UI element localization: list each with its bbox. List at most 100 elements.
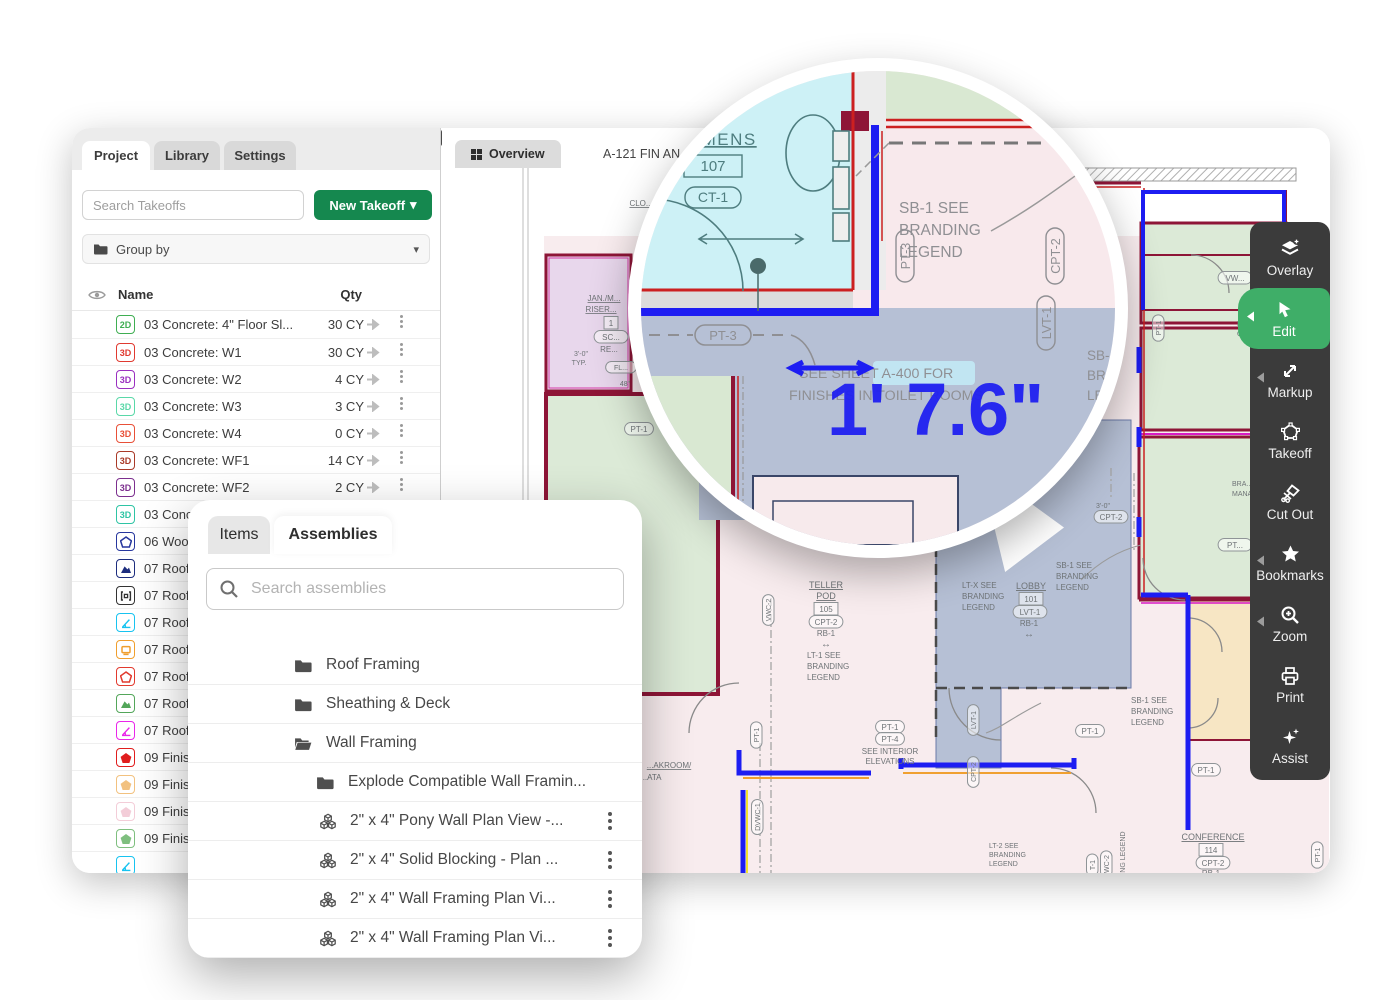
plan-label: LEGEND — [1056, 583, 1089, 592]
more-menu-icon[interactable] — [608, 819, 612, 823]
plan-label: RB-1 — [1202, 869, 1221, 873]
arrow-icon[interactable] — [366, 455, 381, 466]
svg-text:101: 101 — [1024, 595, 1038, 604]
visibility-eye-icon[interactable] — [88, 289, 106, 301]
more-menu-icon[interactable] — [400, 483, 403, 486]
angle-icon — [116, 856, 135, 873]
svg-text:CPT-2: CPT-2 — [971, 762, 978, 782]
tab-project[interactable]: Project — [82, 141, 150, 170]
arrow-icon[interactable] — [366, 428, 381, 439]
arrow-icon[interactable] — [366, 347, 381, 358]
plan-label: PT-1 — [1076, 725, 1105, 738]
arrow-icon[interactable] — [366, 319, 381, 330]
toolbar-bookmarks-button[interactable]: Bookmarks — [1250, 532, 1330, 593]
more-menu-icon[interactable] — [608, 936, 612, 940]
search-icon — [219, 579, 239, 599]
plan-label: PT-1 — [625, 423, 654, 436]
table-row[interactable]: 2D03 Concrete: 4" Floor Sl...30 CY — [72, 311, 440, 338]
collapse-arrow-icon[interactable] — [1257, 372, 1264, 382]
caret-down-icon: ▾ — [410, 197, 417, 213]
plan-label: DVWC-1 — [752, 799, 764, 834]
arrow-icon[interactable] — [366, 401, 381, 412]
svg-text:CPT-2: CPT-2 — [815, 618, 838, 627]
toolbar-print-button[interactable]: Print — [1250, 654, 1330, 715]
tab-library[interactable]: Library — [154, 141, 220, 170]
assembly-folder-row[interactable]: Explode Compatible Wall Framin... — [188, 763, 642, 802]
search-takeoffs-input[interactable] — [82, 190, 304, 220]
svg-text:CPT-2: CPT-2 — [1049, 238, 1063, 273]
toolbar-overlay-button[interactable]: Overlay — [1250, 227, 1330, 288]
assembly-item-row[interactable]: 2" x 4" Wall Framing Plan Vi... — [188, 919, 642, 958]
svg-text:LVT-1: LVT-1 — [1020, 608, 1041, 617]
collapse-arrow-icon[interactable] — [1247, 311, 1254, 321]
pentagon-fill-icon — [116, 748, 135, 767]
collapse-arrow-icon[interactable] — [1257, 616, 1264, 626]
assembly-item-row[interactable]: 2" x 4" Wall Framing Plan Vi... — [188, 880, 642, 919]
takeoff-name: 03 Concrete: W1 — [144, 345, 242, 360]
magnifier-circle: WOMENS 107 CT-1 SB-1 SEE BRANDING LEGEND… — [628, 58, 1128, 558]
plan-label: LEGEND — [962, 603, 995, 612]
toolbar-assist-button[interactable]: Assist — [1250, 715, 1330, 776]
svg-text:POD: POD — [816, 591, 836, 601]
svg-text:RB-1: RB-1 — [1020, 619, 1039, 628]
assembly-folder-open-row[interactable]: Wall Framing — [188, 724, 642, 763]
toolbar-zoom-button[interactable]: Zoom — [1250, 593, 1330, 654]
printer-icon — [1279, 665, 1301, 687]
tab-items[interactable]: Items — [208, 516, 270, 554]
svg-text:VW...: VW... — [1225, 274, 1244, 283]
more-menu-icon[interactable] — [400, 375, 403, 378]
assemblies-panel: Items Assemblies Roof Framing Sheathing … — [188, 500, 642, 958]
plan-label: BRANDING — [1131, 707, 1173, 716]
plan-label: PT... — [1218, 539, 1252, 552]
new-takeoff-button[interactable]: New Takeoff▾ — [314, 190, 432, 220]
arrow-icon[interactable] — [366, 482, 381, 493]
svg-text:PT-1: PT-1 — [882, 723, 899, 732]
svg-text:LVT-1: LVT-1 — [1040, 307, 1054, 339]
collapse-arrow-icon[interactable] — [1257, 555, 1264, 565]
plan-label: PT-1 — [1312, 842, 1324, 868]
more-menu-icon[interactable] — [400, 320, 403, 323]
more-menu-icon[interactable] — [400, 348, 403, 351]
pentagon-fill-icon — [116, 775, 135, 794]
more-menu-icon[interactable] — [400, 402, 403, 405]
plan-label: VWC-2 — [763, 595, 775, 626]
svg-text:LVT-1: LVT-1 — [971, 711, 978, 729]
svg-text:107: 107 — [700, 158, 725, 175]
svg-text:BR: BR — [1087, 368, 1106, 383]
table-row[interactable]: 3D03 Concrete: W130 CY — [72, 338, 440, 366]
svg-text:PT-1: PT-1 — [1156, 321, 1163, 336]
more-menu-icon[interactable] — [608, 858, 612, 862]
table-row[interactable]: 3D03 Concrete: W40 CY — [72, 419, 440, 447]
toolbar-takeoff-button[interactable]: Takeoff — [1250, 410, 1330, 471]
svg-text:LOBBY: LOBBY — [1016, 581, 1046, 591]
table-row[interactable]: 3D03 Concrete: W24 CY — [72, 365, 440, 393]
panel-resize-handle[interactable] — [440, 130, 442, 146]
table-row[interactable]: 3D03 Concrete: W33 CY — [72, 392, 440, 420]
group-by-dropdown[interactable]: Group by ▾ — [82, 234, 430, 264]
assembly-item-row[interactable]: 2" x 4" Pony Wall Plan View -... — [188, 802, 642, 841]
svg-text:1' 7.6": 1' 7.6" — [827, 368, 1044, 451]
more-menu-icon[interactable] — [608, 897, 612, 901]
plan-label: BRANDING — [962, 592, 1004, 601]
toolbar-cutout-button[interactable]: Cut Out — [1250, 471, 1330, 532]
assembly-folder-row[interactable]: Sheathing & Deck — [188, 685, 642, 724]
arrow-icon[interactable] — [366, 374, 381, 385]
table-row[interactable]: 3D03 Concrete: WF22 CY — [72, 473, 440, 501]
assembly-folder-row[interactable]: Roof Framing — [188, 646, 642, 685]
search-assemblies-input[interactable] — [249, 579, 611, 599]
pentagon-icon — [116, 667, 135, 686]
assembly-cubes-icon — [318, 813, 338, 830]
table-row[interactable]: 3D03 Concrete: WF114 CY — [72, 446, 440, 474]
tab-assemblies[interactable]: Assemblies — [274, 516, 392, 554]
tab-settings[interactable]: Settings — [224, 141, 296, 170]
plan-label: BRANDING — [1056, 572, 1098, 581]
assembly-item-row[interactable]: 2" x 4" Solid Blocking - Plan ... — [188, 841, 642, 880]
toolbar-edit-button[interactable]: Edit — [1238, 288, 1330, 349]
plan-label: LVT-1 — [968, 705, 980, 736]
more-menu-icon[interactable] — [400, 456, 403, 459]
toolbar-markup-button[interactable]: Markup — [1250, 349, 1330, 410]
more-menu-icon[interactable] — [400, 429, 403, 432]
takeoff-name: 06 Woo — [144, 534, 189, 549]
plan-label: ELEVATIONS — [865, 757, 914, 766]
svg-text:SB-1 SEE: SB-1 SEE — [1056, 561, 1092, 570]
